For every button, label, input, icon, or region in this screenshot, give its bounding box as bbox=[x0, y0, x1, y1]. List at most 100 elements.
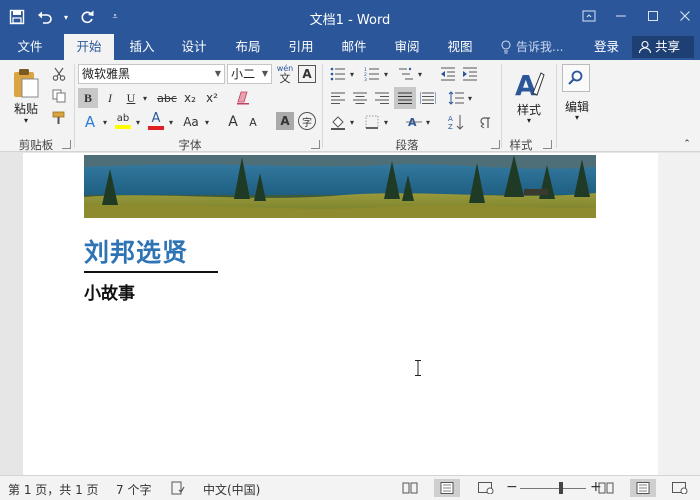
cut-icon[interactable] bbox=[50, 65, 68, 83]
font-size-combo[interactable]: 小二 ▼ bbox=[227, 64, 272, 84]
tell-me-box[interactable]: 告诉我... bbox=[500, 34, 563, 60]
line-spacing-dropdown-icon[interactable]: ▾ bbox=[466, 89, 474, 107]
print-layout-icon[interactable] bbox=[434, 479, 460, 497]
tab-mailings[interactable]: 邮件 bbox=[332, 34, 376, 60]
paste-icon[interactable] bbox=[8, 66, 44, 100]
tab-view[interactable]: 视图 bbox=[438, 34, 482, 60]
print-layout-icon[interactable] bbox=[630, 479, 656, 497]
decrease-indent-icon[interactable] bbox=[438, 65, 458, 83]
align-left-icon[interactable] bbox=[328, 89, 348, 107]
shading-dropdown-icon[interactable]: ▾ bbox=[348, 112, 356, 132]
shrink-font-button[interactable]: A bbox=[244, 112, 262, 132]
underline-dropdown-icon[interactable]: ▾ bbox=[140, 88, 150, 108]
chinese-layout-icon[interactable]: A bbox=[404, 112, 424, 132]
bold-button[interactable]: B bbox=[78, 88, 98, 108]
minimize-icon[interactable] bbox=[610, 6, 632, 26]
read-mode-icon[interactable] bbox=[402, 480, 418, 496]
justify-icon[interactable] bbox=[394, 87, 416, 109]
shading-icon[interactable] bbox=[328, 112, 348, 132]
font-color-button[interactable]: A bbox=[146, 110, 166, 132]
font-dialog-launcher-icon[interactable] bbox=[311, 140, 320, 149]
multilevel-list-icon[interactable] bbox=[396, 65, 416, 83]
proofing-icon[interactable] bbox=[170, 480, 186, 496]
change-case-button[interactable]: Aa bbox=[180, 112, 202, 132]
copy-icon[interactable] bbox=[50, 87, 68, 105]
character-shading-button[interactable]: A bbox=[276, 112, 294, 130]
highlight-button[interactable]: ab bbox=[113, 110, 133, 132]
maximize-icon[interactable] bbox=[642, 6, 664, 26]
redo-icon[interactable] bbox=[76, 6, 98, 28]
document-heading[interactable]: 刘邦选贤 bbox=[84, 233, 188, 269]
subscript-button[interactable]: x₂ bbox=[180, 88, 200, 108]
web-layout-icon[interactable] bbox=[478, 480, 494, 496]
show-paragraph-marks-icon[interactable] bbox=[476, 112, 496, 132]
italic-button[interactable]: I bbox=[101, 88, 119, 108]
ribbon-display-options-icon[interactable] bbox=[578, 6, 600, 26]
web-layout-icon[interactable] bbox=[672, 480, 688, 496]
chinese-layout-dropdown-icon[interactable]: ▾ bbox=[424, 112, 432, 132]
clipboard-dialog-launcher-icon[interactable] bbox=[62, 140, 71, 149]
numbering-icon[interactable]: 123 bbox=[362, 65, 382, 83]
zoom-slider-thumb[interactable] bbox=[559, 482, 563, 494]
superscript-button[interactable]: x² bbox=[202, 88, 222, 108]
language-indicator[interactable]: 中文(中国) bbox=[203, 481, 260, 498]
line-spacing-icon[interactable] bbox=[446, 89, 466, 107]
text-effects-dropdown-icon[interactable]: ▾ bbox=[100, 112, 110, 132]
editing-dropdown-icon[interactable]: ▾ bbox=[568, 113, 586, 122]
undo-dropdown-icon[interactable]: ▾ bbox=[62, 6, 70, 28]
change-case-dropdown-icon[interactable]: ▾ bbox=[202, 112, 212, 132]
font-color-dropdown-icon[interactable]: ▾ bbox=[166, 112, 176, 132]
customize-qat-icon[interactable]: ⩡ bbox=[104, 6, 126, 28]
align-right-icon[interactable] bbox=[372, 89, 392, 107]
tab-file[interactable]: 文件 bbox=[6, 34, 54, 60]
increase-indent-icon[interactable] bbox=[460, 65, 480, 83]
text-effects-button[interactable]: A bbox=[80, 112, 100, 132]
styles-dialog-launcher-icon[interactable] bbox=[543, 140, 552, 149]
borders-icon[interactable] bbox=[362, 112, 382, 132]
highlight-dropdown-icon[interactable]: ▾ bbox=[133, 112, 143, 132]
tab-home[interactable]: 开始 bbox=[64, 34, 114, 60]
paste-dropdown-icon[interactable]: ▾ bbox=[14, 116, 38, 125]
character-border-button[interactable]: A bbox=[298, 65, 316, 83]
bullets-icon[interactable] bbox=[328, 65, 348, 83]
find-icon[interactable] bbox=[562, 64, 590, 92]
undo-icon[interactable] bbox=[34, 6, 56, 28]
tab-review[interactable]: 审阅 bbox=[385, 34, 429, 60]
page-info[interactable]: 第 1 页，共 1 页 bbox=[8, 481, 99, 498]
sort-icon[interactable]: AZ bbox=[446, 112, 466, 132]
phonetic-guide-button[interactable]: wén 文 bbox=[275, 63, 295, 85]
underline-button[interactable]: U bbox=[122, 88, 140, 108]
zoom-slider-track[interactable] bbox=[520, 488, 586, 489]
vertical-scrollbar[interactable] bbox=[658, 153, 700, 475]
styles-icon[interactable]: A bbox=[512, 66, 546, 100]
chevron-down-icon[interactable]: ▼ bbox=[262, 65, 268, 83]
tab-references[interactable]: 引用 bbox=[279, 34, 323, 60]
paste-button[interactable]: 粘贴 bbox=[8, 100, 44, 117]
distributed-icon[interactable] bbox=[418, 89, 438, 107]
chevron-down-icon[interactable]: ▼ bbox=[215, 65, 221, 83]
login-link[interactable]: 登录 bbox=[594, 34, 619, 60]
collapse-ribbon-icon[interactable]: ⌃ bbox=[680, 138, 694, 150]
clear-formatting-icon[interactable] bbox=[232, 88, 254, 108]
align-center-icon[interactable] bbox=[350, 89, 370, 107]
multilevel-list-dropdown-icon[interactable]: ▾ bbox=[416, 65, 424, 83]
document-page[interactable]: 刘邦选贤 小故事 bbox=[23, 153, 658, 475]
format-painter-icon[interactable] bbox=[50, 109, 68, 127]
bullets-dropdown-icon[interactable]: ▾ bbox=[348, 65, 356, 83]
numbering-dropdown-icon[interactable]: ▾ bbox=[382, 65, 390, 83]
borders-dropdown-icon[interactable]: ▾ bbox=[382, 112, 390, 132]
styles-dropdown-icon[interactable]: ▾ bbox=[520, 116, 538, 125]
document-subheading[interactable]: 小故事 bbox=[84, 279, 135, 304]
share-button[interactable]: 共享 bbox=[632, 36, 694, 58]
word-count[interactable]: 7 个字 bbox=[116, 481, 151, 498]
paragraph-dialog-launcher-icon[interactable] bbox=[491, 140, 500, 149]
enclose-characters-button[interactable]: 字 bbox=[298, 112, 316, 130]
strikethrough-button[interactable]: abc bbox=[154, 88, 180, 108]
zoom-out-icon[interactable]: − bbox=[506, 479, 518, 495]
close-icon[interactable] bbox=[674, 6, 696, 26]
save-icon[interactable] bbox=[6, 6, 28, 28]
tab-design[interactable]: 设计 bbox=[172, 34, 216, 60]
tab-layout[interactable]: 布局 bbox=[226, 34, 270, 60]
tab-insert[interactable]: 插入 bbox=[120, 34, 164, 60]
grow-font-button[interactable]: A bbox=[224, 112, 242, 132]
